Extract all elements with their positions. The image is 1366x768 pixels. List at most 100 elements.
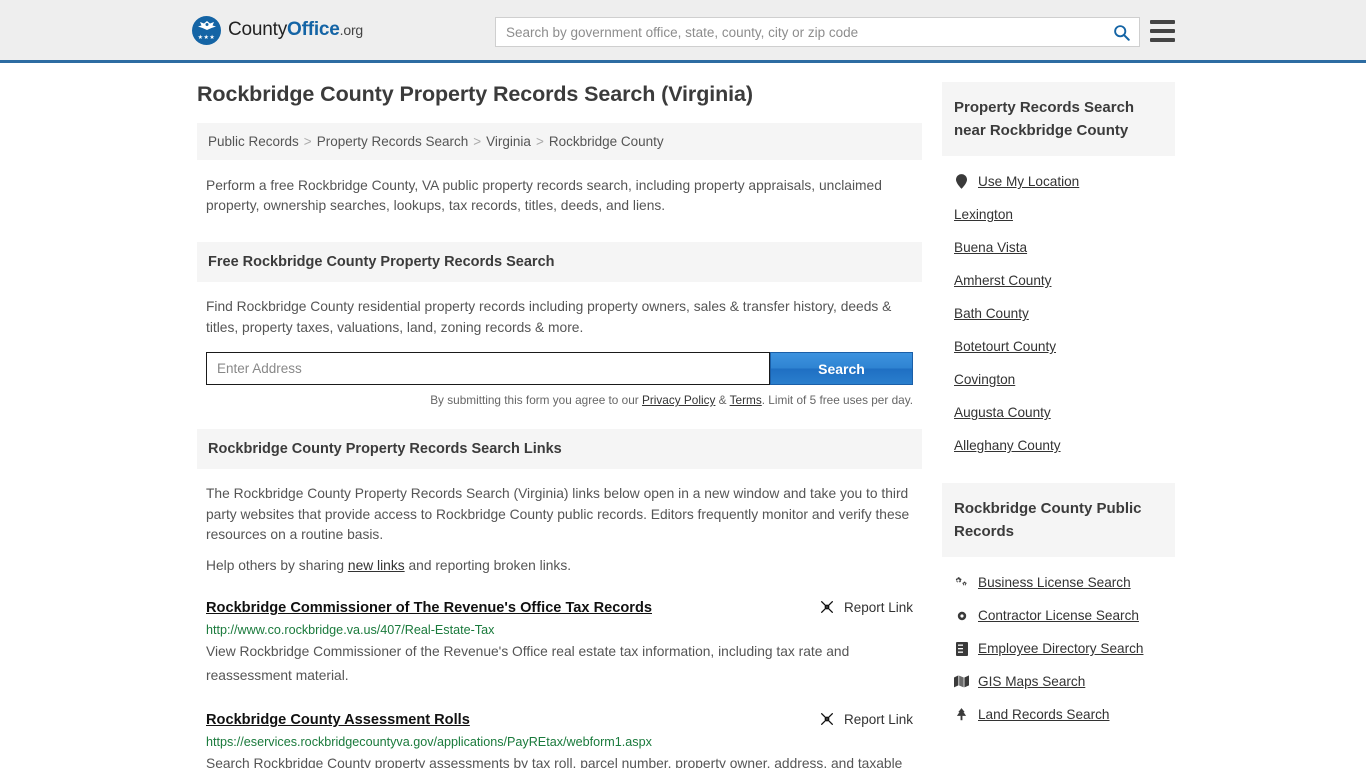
privacy-policy-link[interactable]: Privacy Policy <box>642 393 715 407</box>
sidebar-link-label[interactable]: Alleghany County <box>954 438 1061 453</box>
address-search-button[interactable]: Search <box>770 352 913 385</box>
report-link-label: Report Link <box>843 599 913 615</box>
sidebar-item-botetourt-county[interactable]: Botetourt County <box>954 339 1175 354</box>
result-description: View Rockbridge Commissioner of the Reve… <box>206 644 850 683</box>
sidebar-link-label[interactable]: Botetourt County <box>954 339 1056 354</box>
broken-link-icon <box>820 713 833 725</box>
links-section-paragraph: The Rockbridge County Property Records S… <box>206 486 910 542</box>
map-icon <box>954 675 969 688</box>
terms-link[interactable]: Terms <box>730 393 762 407</box>
sidebar-link-label[interactable]: Amherst County <box>954 273 1051 288</box>
result-header: Rockbridge Commissioner of The Revenue's… <box>206 599 913 618</box>
hamburger-bar-3 <box>1150 38 1175 42</box>
disclaimer-suffix: . Limit of 5 free uses per day. <box>761 393 913 407</box>
sidebar-item-gis-maps-search[interactable]: GIS Maps Search <box>954 674 1175 689</box>
logo-text-office: Office <box>287 19 340 40</box>
sidebar-item-buena-vista[interactable]: Buena Vista <box>954 240 1175 255</box>
sidebar-link-label[interactable]: Lexington <box>954 207 1013 222</box>
id-card-icon <box>954 641 969 656</box>
hamburger-bar-2 <box>1150 29 1175 33</box>
new-links-link[interactable]: new links <box>348 558 405 573</box>
sidebar-link-label[interactable]: Use My Location <box>978 174 1079 189</box>
cogs-icon <box>954 576 969 589</box>
sidebar-link-label[interactable]: Covington <box>954 372 1015 387</box>
site-logo[interactable]: ★★★ CountyOffice.org <box>192 15 363 45</box>
result-url: https://eservices.rockbridgecountyva.gov… <box>206 735 652 749</box>
sidebar-link-label[interactable]: Augusta County <box>954 405 1051 420</box>
site-header: ★★★ CountyOffice.org <box>0 0 1366 63</box>
sidebar-nearby-heading: Property Records Search near Rockbridge … <box>942 82 1175 156</box>
sidebar-item-use-my-location[interactable]: Use My Location <box>954 174 1175 189</box>
sidebar-item-contractor-license-search[interactable]: Contractor License Search <box>954 608 1175 623</box>
logo-text-org: .org <box>339 22 364 38</box>
report-link-button[interactable]: Report Link <box>801 711 913 727</box>
sidebar-item-land-records-search[interactable]: Land Records Search <box>954 707 1175 722</box>
address-search-input[interactable] <box>206 352 770 385</box>
broken-link-icon <box>820 601 833 613</box>
disclaimer-amp: & <box>715 393 730 407</box>
help-prefix: Help others by sharing <box>206 557 348 573</box>
logo-text-county: County <box>228 19 288 40</box>
sidebar-item-business-license-search[interactable]: Business License Search <box>954 575 1175 590</box>
page-container: Rockbridge County Property Records Searc… <box>0 63 1366 768</box>
sidebar-link-label[interactable]: Buena Vista <box>954 240 1027 255</box>
tree-icon <box>954 707 969 722</box>
sidebar-link-label[interactable]: Contractor License Search <box>978 608 1139 623</box>
report-link-label: Report Link <box>843 711 913 727</box>
sidebar-item-amherst-county[interactable]: Amherst County <box>954 273 1175 288</box>
sidebar-item-bath-county[interactable]: Bath County <box>954 306 1175 321</box>
disclaimer-prefix: By submitting this form you agree to our <box>430 393 642 407</box>
sidebar-item-alleghany-county[interactable]: Alleghany County <box>954 438 1175 453</box>
result-description: Search Rockbridge County property assess… <box>206 756 903 768</box>
main-content: Rockbridge County Property Records Searc… <box>197 82 922 768</box>
links-section-body: The Rockbridge County Property Records S… <box>197 469 922 576</box>
sidebar-link-label[interactable]: Employee Directory Search <box>978 641 1143 656</box>
breadcrumb-separator-2: > <box>473 134 482 149</box>
sidebar-nearby-list: Use My Location Lexington Buena Vista Am… <box>942 156 1175 453</box>
sidebar-public-records-list: Business License Search Contractor Licen… <box>942 557 1175 722</box>
form-disclaimer: By submitting this form you agree to our… <box>206 393 913 407</box>
free-search-body: Find Rockbridge County residential prope… <box>197 282 922 338</box>
header-search-button[interactable] <box>1103 18 1139 46</box>
header-search-input[interactable] <box>496 18 1103 46</box>
result-header: Rockbridge County Assessment Rolls Repor… <box>206 711 913 730</box>
hamburger-menu-icon[interactable] <box>1150 20 1175 42</box>
result-item: Rockbridge County Assessment Rolls Repor… <box>197 711 922 768</box>
map-pin-icon <box>954 174 969 189</box>
breadcrumb-item-virginia[interactable]: Virginia <box>486 134 531 149</box>
sidebar-item-augusta-county[interactable]: Augusta County <box>954 405 1175 420</box>
sidebar-divider <box>942 471 1175 483</box>
breadcrumb-separator-1: > <box>303 134 312 149</box>
sidebar-link-label[interactable]: Business License Search <box>978 575 1131 590</box>
sidebar-link-label[interactable]: GIS Maps Search <box>978 674 1085 689</box>
result-url: http://www.co.rockbridge.va.us/407/Real-… <box>206 623 495 637</box>
links-help-paragraph: Help others by sharing new links and rep… <box>206 556 913 577</box>
breadcrumb-item-rockbridge-county[interactable]: Rockbridge County <box>549 134 664 149</box>
logo-wordmark: CountyOffice.org <box>228 19 363 41</box>
cog-icon <box>954 609 969 623</box>
header-search-bar[interactable] <box>495 17 1140 47</box>
eagle-glyph <box>197 20 216 30</box>
result-item: Rockbridge Commissioner of The Revenue's… <box>197 599 922 688</box>
address-search-form: Search <box>206 352 913 385</box>
result-title-link[interactable]: Rockbridge County Assessment Rolls <box>206 711 470 730</box>
breadcrumb-item-public-records[interactable]: Public Records <box>208 134 299 149</box>
magnifier-icon <box>1113 24 1130 41</box>
breadcrumb: Public Records > Property Records Search > V… <box>197 123 922 160</box>
breadcrumb-separator-3: > <box>535 134 544 149</box>
report-link-button[interactable]: Report Link <box>801 599 913 615</box>
eagle-seal-icon: ★★★ <box>192 15 221 45</box>
sidebar-item-covington[interactable]: Covington <box>954 372 1175 387</box>
links-section-heading: Rockbridge County Property Records Searc… <box>197 429 922 469</box>
breadcrumb-item-property-records-search[interactable]: Property Records Search <box>317 134 469 149</box>
intro-paragraph: Perform a free Rockbridge County, VA pub… <box>206 178 882 213</box>
sidebar: Property Records Search near Rockbridge … <box>942 82 1175 768</box>
sidebar-item-employee-directory-search[interactable]: Employee Directory Search <box>954 641 1175 656</box>
result-title-link[interactable]: Rockbridge Commissioner of The Revenue's… <box>206 599 652 618</box>
sidebar-link-label[interactable]: Bath County <box>954 306 1029 321</box>
sidebar-item-lexington[interactable]: Lexington <box>954 207 1175 222</box>
sidebar-public-records-heading: Rockbridge County Public Records <box>942 483 1175 557</box>
page-title: Rockbridge County Property Records Searc… <box>197 82 753 106</box>
logo-stars: ★★★ <box>197 35 216 41</box>
sidebar-link-label[interactable]: Land Records Search <box>978 707 1109 722</box>
